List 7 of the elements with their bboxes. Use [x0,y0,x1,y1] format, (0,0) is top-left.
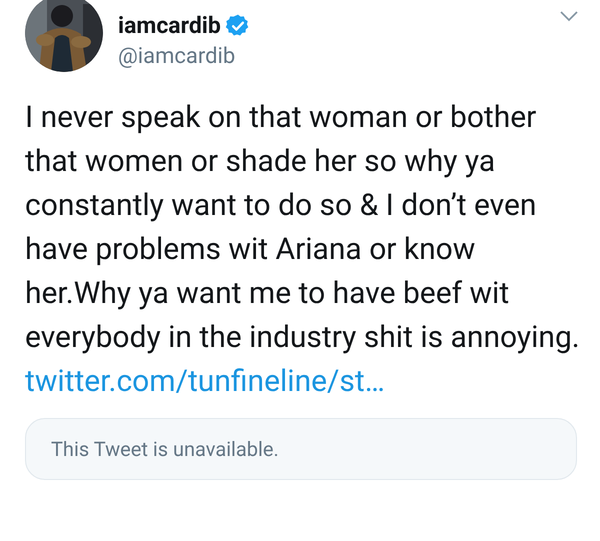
quoted-tweet-card[interactable]: This Tweet is unavailable. [25,418,577,480]
tweet-link[interactable]: twitter.com/tunfineline/st… [25,360,575,404]
unavailable-notice: This Tweet is unavailable. [51,436,279,463]
chevron-down-icon[interactable] [560,11,578,22]
username[interactable]: @iamcardib [118,42,251,72]
display-name[interactable]: iamcardib [118,12,221,40]
tweet-text: I never speak on that woman or bother that women or shade her so why ya constantly want to do so & I don’t even have problems wit Ariana or know her.Why ya want me to have beef wit everybody in the industry shit is annoying. [25,99,581,357]
